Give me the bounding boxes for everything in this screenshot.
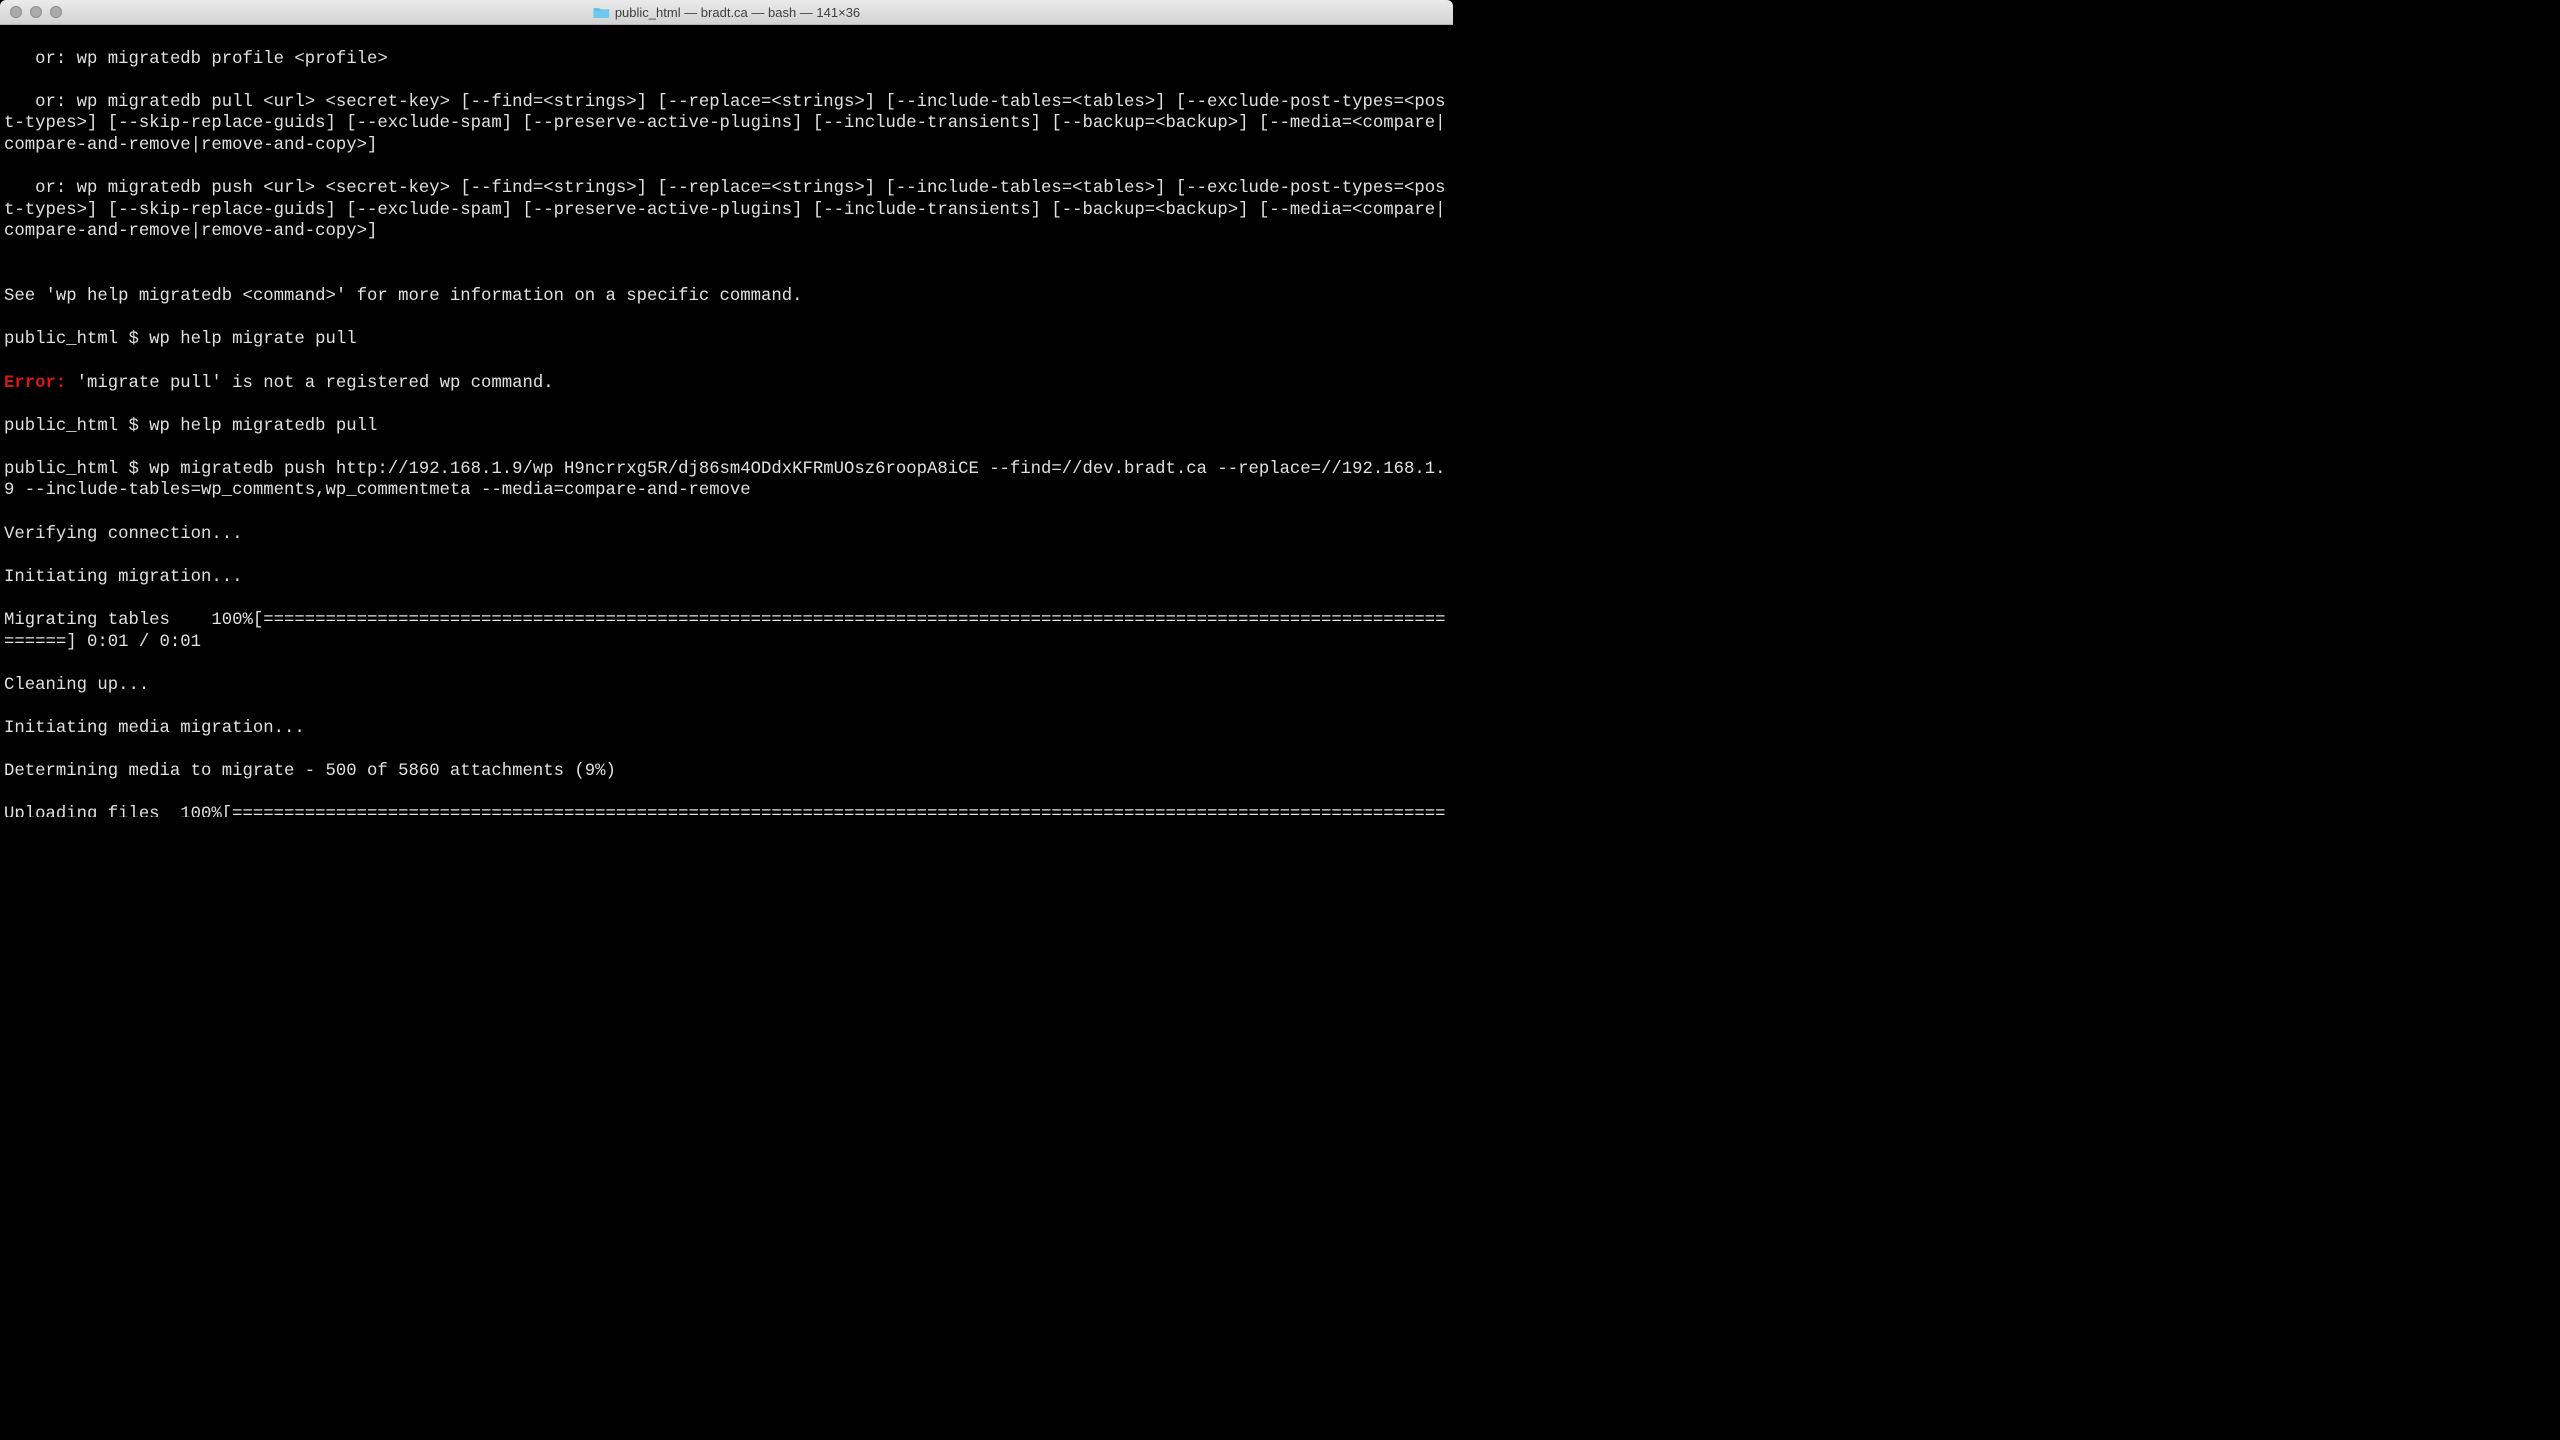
error-text: 'migrate pull' is not a registered wp co…	[66, 374, 553, 393]
maximize-button[interactable]	[50, 6, 62, 18]
output-line: Cleaning up...	[4, 675, 1449, 697]
prompt-line: public_html $ wp help migrate pull	[4, 329, 1449, 351]
traffic-lights	[0, 6, 62, 18]
window-title-group: public_html — bradt.ca — bash — 141×36	[593, 5, 860, 20]
folder-icon	[593, 6, 609, 18]
output-line: See 'wp help migratedb <command>' for mo…	[4, 286, 1449, 308]
error-label: Error:	[4, 374, 66, 393]
prompt-line: public_html $ wp help migratedb pull	[4, 416, 1449, 438]
progress-line: Uploading files 100%[===================…	[4, 804, 1449, 817]
prompt-line: public_html $ wp migratedb push http://1…	[4, 459, 1449, 502]
minimize-button[interactable]	[30, 6, 42, 18]
terminal-body[interactable]: or: wp migratedb profile <profile> or: w…	[0, 25, 1453, 817]
output-line: or: wp migratedb push <url> <secret-key>…	[4, 178, 1449, 243]
output-line: Verifying connection...	[4, 524, 1449, 546]
terminal-window: public_html — bradt.ca — bash — 141×36 o…	[0, 0, 1453, 817]
output-line: Initiating migration...	[4, 567, 1449, 589]
output-line: Determining media to migrate - 500 of 58…	[4, 761, 1449, 783]
output-line: Initiating media migration...	[4, 718, 1449, 740]
output-line: or: wp migratedb profile <profile>	[4, 49, 1449, 71]
titlebar[interactable]: public_html — bradt.ca — bash — 141×36	[0, 0, 1453, 25]
progress-line: Migrating tables 100%[==================…	[4, 610, 1449, 653]
error-line: Error: 'migrate pull' is not a registere…	[4, 373, 1449, 395]
output-line: or: wp migratedb pull <url> <secret-key>…	[4, 92, 1449, 157]
close-button[interactable]	[10, 6, 22, 18]
window-title: public_html — bradt.ca — bash — 141×36	[615, 5, 860, 20]
